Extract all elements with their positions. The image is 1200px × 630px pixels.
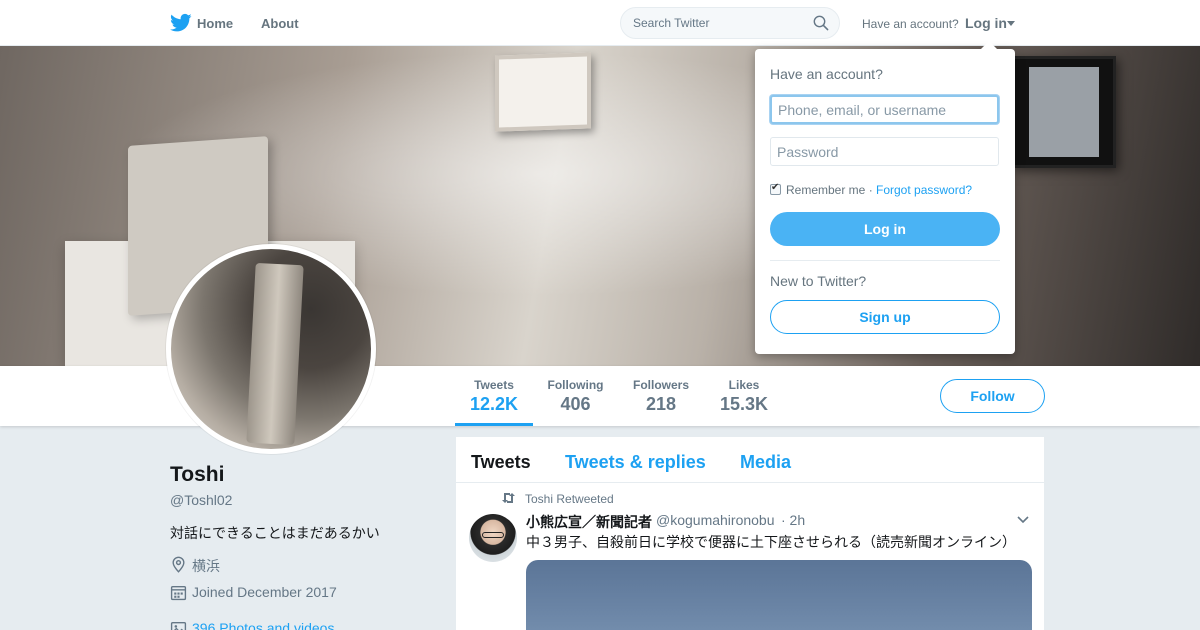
location-text: 横浜 — [192, 558, 220, 574]
timeline: Tweets Tweets & replies Media Toshi Retw… — [456, 437, 1044, 630]
login-dropdown-title: Have an account? — [770, 66, 883, 82]
active-stat-underline — [455, 423, 533, 426]
banner-monitor — [1012, 56, 1116, 168]
nav-about-link[interactable]: About — [261, 16, 299, 31]
follow-button[interactable]: Follow — [940, 379, 1045, 413]
photo-icon — [170, 621, 187, 630]
dropdown-caret — [981, 41, 997, 49]
signup-button[interactable]: Sign up — [770, 300, 1000, 334]
stat-likes[interactable]: Likes 15.3K — [719, 378, 769, 415]
tweet-media-image[interactable] — [526, 560, 1032, 630]
username-input[interactable] — [770, 95, 999, 124]
tweet-author-avatar[interactable] — [469, 514, 517, 562]
login-link[interactable]: Log in — [965, 15, 1007, 31]
stat-value: 406 — [560, 394, 591, 414]
tweet-timestamp[interactable]: · 2h — [781, 512, 805, 528]
tab-tweets[interactable]: Tweets — [471, 452, 531, 473]
tweet-avatar-glasses — [482, 532, 504, 538]
profile-avatar[interactable] — [166, 244, 376, 454]
banner-framed-artwork — [495, 52, 591, 132]
timeline-tabs: Tweets Tweets & replies Media — [456, 437, 1044, 483]
login-dropdown: Have an account? Remember me · Forgot pa… — [755, 41, 1015, 354]
remember-me-checkbox[interactable] — [770, 182, 781, 195]
password-input[interactable] — [770, 137, 999, 166]
tweet-text: 中３男子、自殺前日に学校で便器に土下座させられる（読売新聞オンライン） — [526, 534, 1016, 550]
stat-value: 218 — [645, 394, 677, 414]
stat-followers[interactable]: Followers 218 — [632, 378, 690, 415]
new-to-twitter-label: New to Twitter? — [770, 273, 867, 289]
stat-label: Following — [547, 378, 604, 392]
avatar-book-image — [246, 262, 304, 446]
tweet[interactable]: Toshi Retweeted 小熊広宣／新聞記者 @kogumahironob… — [456, 483, 1044, 630]
stat-tweets[interactable]: Tweets 12.2K — [470, 378, 518, 415]
photos-link[interactable]: 396 Photos and videos — [192, 620, 334, 630]
top-navigation: Home About Search Twitter Have an accoun… — [0, 0, 1200, 46]
login-button[interactable]: Log in — [770, 212, 1000, 246]
chevron-down-icon[interactable] — [1017, 516, 1029, 524]
stat-value: 15.3K — [719, 394, 769, 414]
retweeted-by-label[interactable]: Toshi Retweeted — [525, 492, 614, 506]
forgot-password-link[interactable]: Forgot password? — [876, 183, 972, 197]
banner-monitor-screen — [1029, 67, 1099, 157]
tab-tweets-replies[interactable]: Tweets & replies — [565, 452, 706, 473]
calendar-icon — [170, 585, 187, 601]
have-account-label: Have an account? — [862, 17, 959, 31]
profile-bio: 対話にできることはまだあるかい — [170, 525, 380, 541]
stat-label: Likes — [728, 378, 760, 392]
tab-media[interactable]: Media — [740, 452, 791, 473]
joined-text: Joined December 2017 — [192, 584, 337, 600]
remember-me-label[interactable]: Remember me · — [786, 183, 873, 197]
stat-label: Tweets — [474, 378, 514, 392]
stat-label: Followers — [632, 378, 689, 392]
search-icon[interactable] — [813, 15, 829, 31]
nav-home-link[interactable]: Home — [197, 16, 233, 31]
retweet-icon — [502, 493, 515, 503]
divider — [770, 260, 1000, 261]
stat-following[interactable]: Following 406 — [547, 378, 604, 415]
search-input[interactable]: Search Twitter — [633, 16, 709, 30]
profile-name[interactable]: Toshi — [170, 463, 224, 487]
profile-handle[interactable]: @Toshl02 — [170, 492, 232, 508]
twitter-bird-icon[interactable] — [170, 13, 192, 33]
search-box[interactable]: Search Twitter — [620, 7, 840, 39]
chevron-down-icon[interactable] — [1007, 21, 1015, 26]
location-pin-icon — [172, 556, 185, 573]
tweet-author-handle[interactable]: @kogumahironobu — [656, 512, 775, 528]
tweet-author-name[interactable]: 小熊広宣／新聞記者 — [526, 512, 652, 532]
stat-value: 12.2K — [470, 394, 519, 414]
